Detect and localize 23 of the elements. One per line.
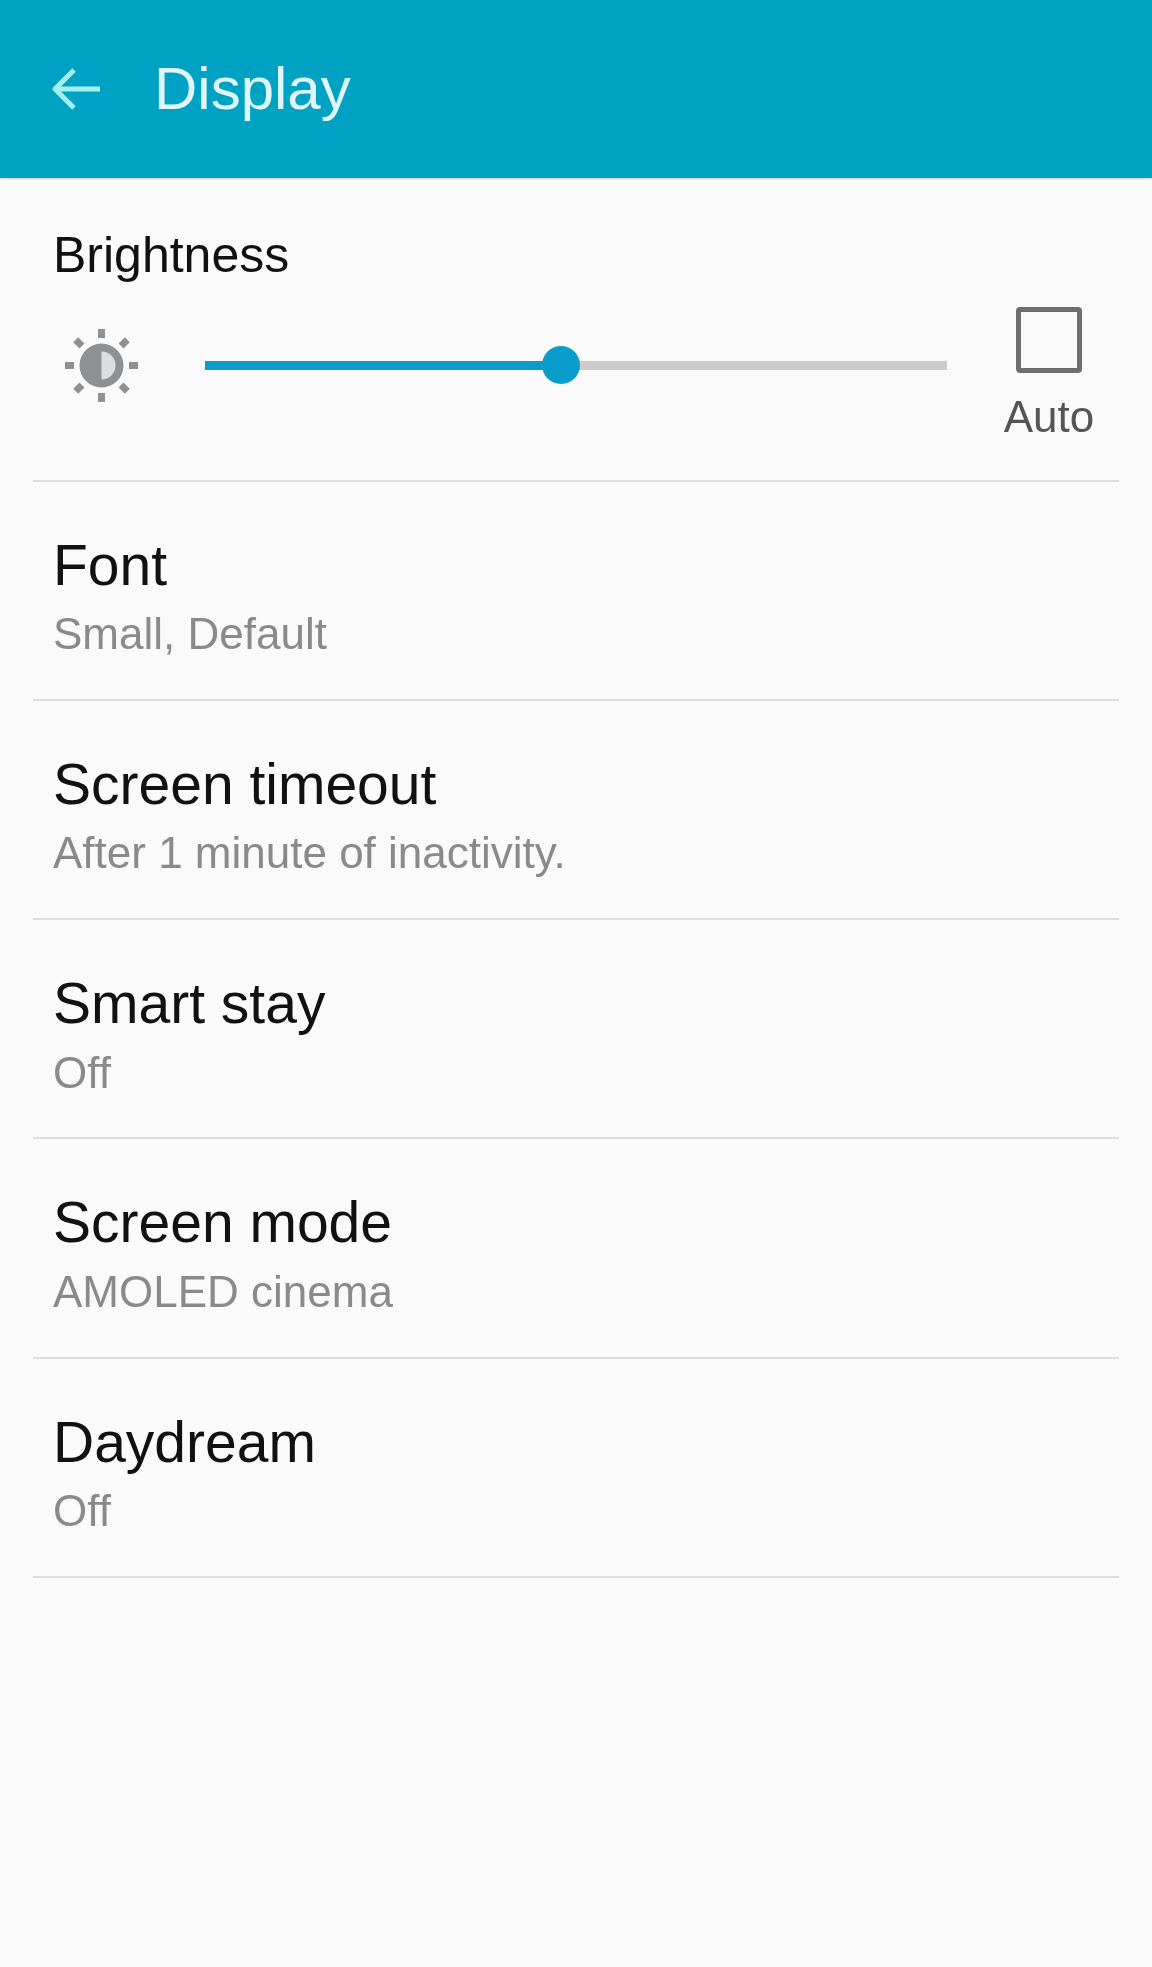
- settings-row[interactable]: Font Small, Default: [33, 481, 1119, 701]
- setting-summary: AMOLED cinema: [53, 1265, 393, 1318]
- setting-summary: Off: [53, 1484, 111, 1537]
- settings-row[interactable]: Screen mode AMOLED cinema: [33, 1139, 1119, 1359]
- brightness-label: Brightness: [53, 226, 290, 285]
- back-button[interactable]: [50, 67, 103, 111]
- auto-checkbox[interactable]: [1016, 307, 1082, 373]
- setting-title: Daydream: [53, 1408, 316, 1476]
- slider-thumb[interactable]: [542, 346, 581, 384]
- settings-row[interactable]: Daydream Off: [33, 1358, 1119, 1578]
- setting-summary: Off: [53, 1046, 111, 1099]
- setting-summary: Small, Default: [53, 608, 327, 661]
- brightness-icon: [63, 326, 140, 404]
- setting-summary: After 1 minute of inactivity.: [53, 827, 566, 880]
- back-arrow-icon: [50, 67, 103, 111]
- setting-title: Screen mode: [53, 1189, 393, 1257]
- setting-title: Smart stay: [53, 970, 326, 1038]
- settings-row[interactable]: Screen timeout After 1 minute of inactivity.: [33, 701, 1119, 921]
- auto-label: Auto: [1003, 391, 1095, 443]
- setting-title: Screen timeout: [53, 751, 437, 818]
- screen-title: Display: [154, 54, 351, 124]
- settings-row[interactable]: Smart stay Off: [33, 920, 1119, 1140]
- setting-title: Font: [53, 531, 168, 599]
